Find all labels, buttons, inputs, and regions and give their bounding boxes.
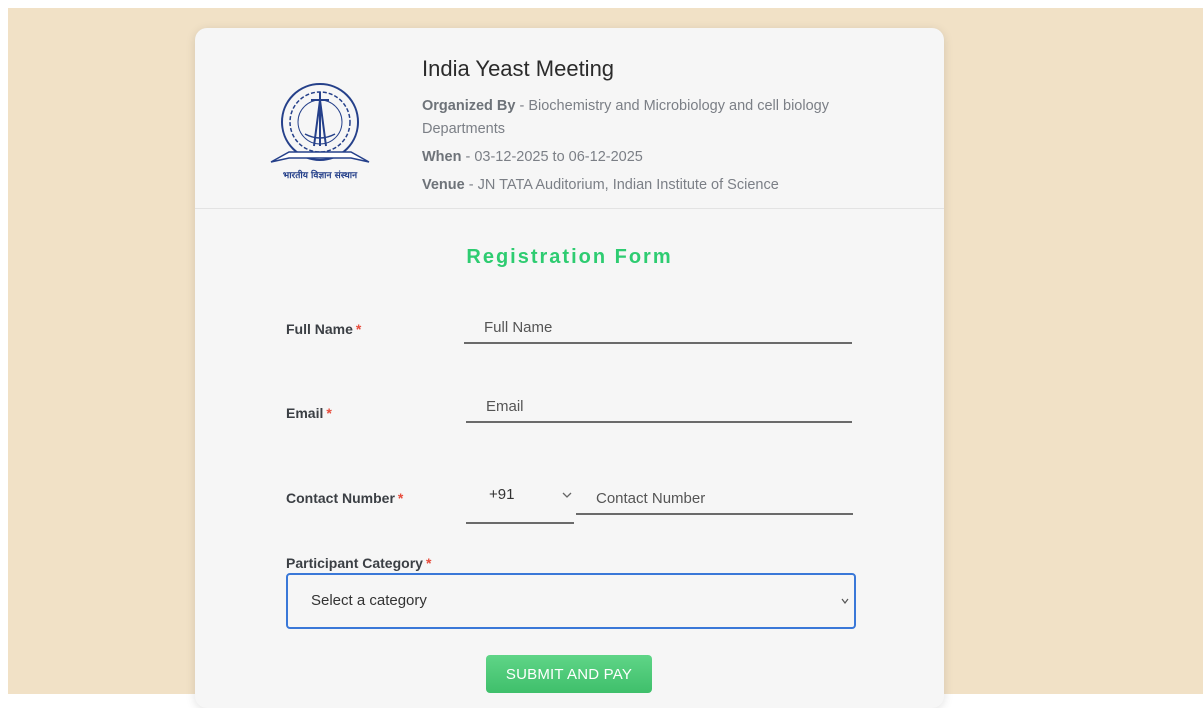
full-name-label-text: Full Name [286,321,353,337]
contact-number-input[interactable] [576,483,853,515]
country-code-select[interactable]: +91 [466,472,574,524]
chevron-down-icon [841,598,849,604]
email-label: Email * [286,405,332,421]
participant-category-value: Select a category [311,592,427,609]
full-name-label: Full Name * [286,321,361,337]
event-venue: Venue - JN TATA Auditorium, Indian Insti… [422,174,892,197]
venue-label: Venue [422,177,465,193]
country-code-value: +91 [489,486,515,503]
when-label: When [422,149,462,165]
chevron-down-icon [562,492,572,498]
when-value: - 03-12-2025 to 06-12-2025 [461,149,643,165]
event-header: भारतीय विज्ञान संस्थान India Yeast Meeti… [195,28,944,209]
event-title: India Yeast Meeting [422,56,615,81]
event-dates: When - 03-12-2025 to 06-12-2025 [422,146,892,169]
required-marker: * [397,490,404,506]
organized-by: Organized By - Biochemistry and Microbio… [422,95,892,141]
registration-card: भारतीय विज्ञान संस्थान India Yeast Meeti… [195,28,944,708]
form-title: Registration Form [466,246,673,268]
logo-caption: भारतीय विज्ञान संस्थान [282,171,358,181]
email-input[interactable] [466,391,852,423]
venue-value: - JN TATA Auditorium, Indian Institute o… [464,177,779,193]
participant-category-select[interactable]: Select a category [286,573,856,629]
required-marker: * [355,321,362,337]
required-marker: * [425,555,432,571]
participant-category-label: Participant Category * [286,555,431,571]
full-name-input[interactable] [464,312,852,344]
submit-and-pay-button[interactable]: SUBMIT AND PAY [486,655,652,693]
participant-category-label-text: Participant Category [286,555,423,571]
contact-number-label: Contact Number * [286,490,403,506]
contact-number-label-text: Contact Number [286,490,395,506]
email-label-text: Email [286,405,324,421]
organized-by-label: Organized By [422,98,516,114]
required-marker: * [326,405,332,421]
